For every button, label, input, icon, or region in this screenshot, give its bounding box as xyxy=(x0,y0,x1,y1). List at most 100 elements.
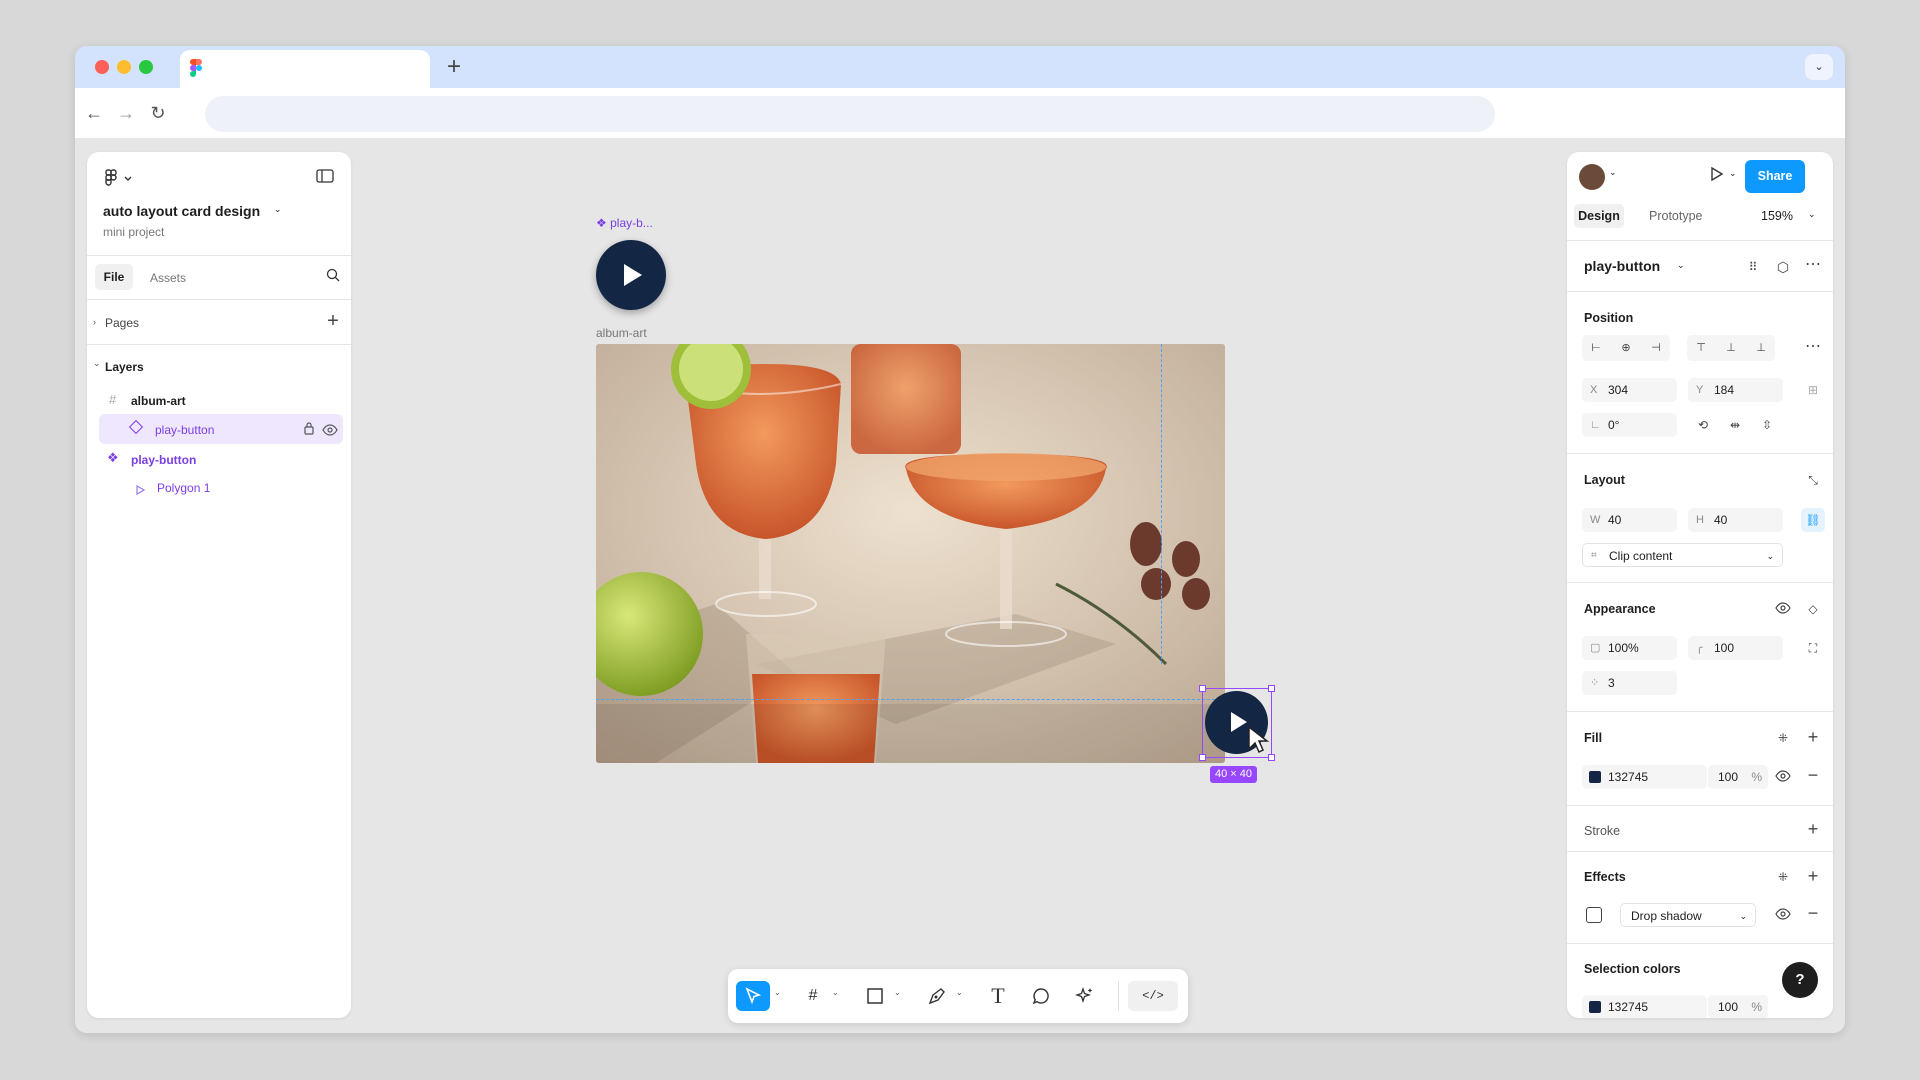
layer-row-polygon[interactable]: Polygon 1 xyxy=(87,473,351,501)
tab-search-button[interactable]: ⌄ xyxy=(1805,54,1833,80)
play-button-component[interactable] xyxy=(596,240,666,310)
chevron-down-icon[interactable]: ⌄ xyxy=(894,988,901,997)
detach-instance-icon[interactable]: ⬡ xyxy=(1771,255,1795,279)
effect-settings-icon[interactable] xyxy=(1586,907,1602,923)
add-stroke-icon[interactable]: + xyxy=(1801,817,1825,841)
chevron-down-icon[interactable]: ⌄ xyxy=(1609,167,1617,178)
address-bar[interactable] xyxy=(205,96,1495,132)
styles-grid-icon[interactable]: ⁜ xyxy=(1771,726,1795,750)
resize-handle[interactable] xyxy=(1268,685,1275,692)
align-center-icon[interactable]: ⊕ xyxy=(1614,336,1638,360)
add-page-icon[interactable]: + xyxy=(321,309,345,333)
comment-tool-button[interactable] xyxy=(1026,981,1056,1011)
constraints-icon[interactable]: ⊞ xyxy=(1801,378,1825,402)
selection-name[interactable]: play-button xyxy=(1584,258,1660,274)
frame-tool-button[interactable]: # xyxy=(798,981,828,1011)
chevron-down-icon[interactable]: ⌄ xyxy=(956,988,963,997)
layer-row-album-art[interactable]: # album-art xyxy=(87,386,351,414)
resize-handle[interactable] xyxy=(1268,754,1275,761)
text-tool-button[interactable]: T xyxy=(983,981,1013,1011)
corner-radius-input[interactable]: ╭ 100 xyxy=(1688,636,1783,660)
selection-color-opacity-input[interactable]: 100% xyxy=(1708,995,1768,1018)
width-input[interactable]: W 40 xyxy=(1582,508,1677,532)
rectangle-tool-button[interactable] xyxy=(860,981,890,1011)
lock-icon[interactable] xyxy=(304,421,314,440)
individual-corners-icon[interactable]: ⛶ xyxy=(1801,636,1825,660)
count-input[interactable]: ⁘ 3 xyxy=(1582,671,1677,695)
tab-design[interactable]: Design xyxy=(1574,204,1624,228)
browser-tab[interactable] xyxy=(180,50,430,88)
chevron-right-icon[interactable]: › xyxy=(93,317,96,327)
height-input[interactable]: H 40 xyxy=(1688,508,1783,532)
eye-icon[interactable] xyxy=(1771,765,1795,789)
align-left-icon[interactable]: ⊢ xyxy=(1584,336,1608,360)
move-tool-button[interactable] xyxy=(736,981,770,1011)
file-title[interactable]: auto layout card design xyxy=(103,203,260,219)
fill-color-input[interactable]: 132745 xyxy=(1582,765,1707,789)
chevron-down-icon[interactable]: ⌄ xyxy=(274,204,282,215)
tab-assets[interactable]: Assets xyxy=(150,271,186,285)
auto-layout-icon[interactable]: ⤡ xyxy=(1801,468,1825,492)
chevron-down-icon[interactable]: ⌄ xyxy=(1729,168,1737,179)
align-middle-icon[interactable]: ⊥ xyxy=(1719,336,1743,360)
align-bottom-icon[interactable]: ⊥ xyxy=(1749,336,1773,360)
rotation-input[interactable]: ∟ 0° xyxy=(1582,413,1677,437)
toggle-sidebar-icon[interactable] xyxy=(313,166,337,190)
maximize-window-button[interactable] xyxy=(139,60,153,74)
remove-effect-icon[interactable]: − xyxy=(1801,901,1825,925)
flip-vertical-icon[interactable]: ⇳ xyxy=(1755,413,1779,437)
avatar[interactable] xyxy=(1579,164,1605,190)
align-right-icon[interactable]: ⊣ xyxy=(1644,336,1668,360)
new-tab-button[interactable]: + xyxy=(439,52,469,82)
grid-icon[interactable]: ⠿ xyxy=(1741,255,1765,279)
resize-handle[interactable] xyxy=(1199,754,1206,761)
pen-tool-button[interactable] xyxy=(922,981,952,1011)
close-window-button[interactable] xyxy=(95,60,109,74)
eye-icon[interactable] xyxy=(1771,903,1795,927)
flip-horizontal-icon[interactable]: ⇹ xyxy=(1723,413,1747,437)
layer-row-play-button-instance[interactable]: play-button xyxy=(99,414,343,444)
chevron-down-icon[interactable]: ⌄ xyxy=(832,988,839,997)
forward-icon[interactable]: → xyxy=(111,98,141,128)
chevron-down-icon[interactable]: ⌄ xyxy=(774,988,781,997)
main-menu-button[interactable] xyxy=(103,168,139,188)
remove-fill-icon[interactable]: − xyxy=(1801,763,1825,787)
tab-prototype[interactable]: Prototype xyxy=(1649,209,1703,223)
pages-section-label[interactable]: Pages xyxy=(105,316,139,330)
add-effect-icon[interactable]: + xyxy=(1801,864,1825,888)
clip-content-select[interactable]: ⌗ Clip content ⌄ xyxy=(1582,543,1783,567)
y-input[interactable]: Y 184 xyxy=(1688,378,1783,402)
minimize-window-button[interactable] xyxy=(117,60,131,74)
zoom-level[interactable]: 159% xyxy=(1761,209,1793,223)
blend-mode-icon[interactable]: ◇ xyxy=(1801,597,1825,621)
align-top-icon[interactable]: ⊤ xyxy=(1689,336,1713,360)
ai-tools-button[interactable] xyxy=(1070,981,1100,1011)
chevron-down-icon[interactable]: ⌄ xyxy=(1677,260,1685,271)
more-options-icon[interactable]: ⋯ xyxy=(1801,253,1825,277)
back-icon[interactable]: ← xyxy=(79,98,109,128)
help-button[interactable]: ? xyxy=(1782,962,1818,998)
styles-grid-icon[interactable]: ⁜ xyxy=(1771,865,1795,889)
fill-opacity-input[interactable]: 100% xyxy=(1708,765,1768,789)
project-name[interactable]: mini project xyxy=(103,225,164,239)
selection-color-input[interactable]: 132745 xyxy=(1582,995,1707,1018)
share-button[interactable]: Share xyxy=(1745,160,1805,193)
resize-handle[interactable] xyxy=(1199,685,1206,692)
add-fill-icon[interactable]: + xyxy=(1801,725,1825,749)
search-icon[interactable] xyxy=(321,265,345,289)
constrain-proportions-icon[interactable]: ⛓ xyxy=(1801,508,1825,532)
reload-icon[interactable]: ↻ xyxy=(143,98,173,128)
chevron-down-icon[interactable]: ⌄ xyxy=(93,358,101,369)
present-play-icon[interactable] xyxy=(1705,165,1729,189)
layer-row-play-button-component[interactable]: ❖ play-button xyxy=(87,445,351,473)
design-canvas[interactable]: auto layout card design ⌄ mini project F… xyxy=(75,138,1845,1033)
opacity-input[interactable]: ▢ 100% xyxy=(1582,636,1677,660)
eye-icon[interactable] xyxy=(322,423,338,441)
dev-mode-toggle[interactable]: </> xyxy=(1128,981,1178,1011)
more-align-icon[interactable]: ⋯ xyxy=(1801,335,1825,359)
x-input[interactable]: X 304 xyxy=(1582,378,1677,402)
eye-icon[interactable] xyxy=(1771,597,1795,621)
selection-box[interactable] xyxy=(1199,685,1275,761)
component-label[interactable]: ❖ play-b... xyxy=(596,216,653,230)
effect-type-select[interactable]: Drop shadow ⌄ xyxy=(1620,903,1756,927)
